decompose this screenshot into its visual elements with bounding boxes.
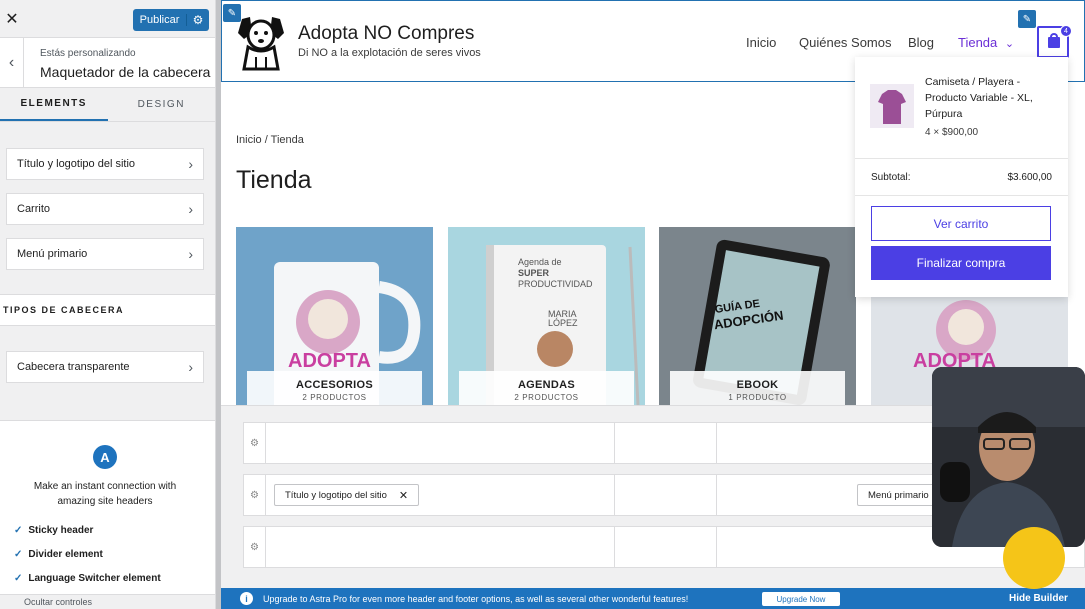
category-count: 2 PRODUCTOS (302, 393, 367, 402)
nav-tienda-label: Tienda (958, 35, 998, 50)
panel-item-label: Cabecera transparente (17, 361, 130, 373)
upgrade-message: Upgrade to Astra Pro for even more heade… (263, 594, 689, 604)
chip-label: Título y logotipo del sitio (285, 489, 387, 501)
feature-divider: ✓ Divider element (14, 549, 103, 560)
customizer-panel: ✕ Publicar ⚙ ‹ Estás personalizando Maqu… (0, 0, 216, 609)
divider (614, 423, 615, 463)
cart-product-name[interactable]: Camiseta / Playera - Producto Variable -… (925, 74, 1055, 122)
category-label: ACCESORIOS 2 PRODUCTOS (247, 371, 422, 405)
category-card-accesorios[interactable]: ADOPTA ACCESORIOS 2 PRODUCTOS (236, 227, 433, 405)
chevron-right-icon: › (188, 359, 193, 375)
panel-item-label: Título y logotipo del sitio (17, 158, 136, 170)
crumb-subtitle: Estás personalizando (40, 48, 136, 59)
panel-item-label: Menú primario (17, 248, 88, 260)
back-icon[interactable]: ‹ (0, 38, 24, 88)
edit-pencil-icon[interactable]: ✎ (1018, 10, 1036, 28)
shopping-bag-icon (1048, 37, 1060, 48)
close-icon[interactable]: ✕ (0, 0, 24, 38)
webcam-overlay (932, 367, 1085, 547)
category-name: ACCESORIOS (296, 379, 373, 391)
breadcrumb: ‹ Estás personalizando Maquetador de la … (0, 38, 215, 88)
subtotal-label: Subtotal: (871, 172, 911, 183)
chevron-right-icon: › (188, 201, 193, 217)
hide-builder-button[interactable]: Hide Builder (1009, 593, 1068, 604)
nav-tienda[interactable]: Tienda ⌄ (958, 35, 1014, 50)
promo-text: Make an instant connection with amazing … (33, 481, 177, 507)
upgrade-now-button[interactable]: Upgrade Now (762, 592, 840, 606)
divider (614, 527, 615, 567)
category-name: EBOOK (736, 379, 779, 391)
gear-icon[interactable]: ⚙ (244, 423, 266, 463)
panel-item-primary-menu[interactable]: Menú primario › (6, 238, 204, 270)
panel-item-cart[interactable]: Carrito › (6, 193, 204, 225)
tab-design[interactable]: DESIGN (108, 88, 216, 121)
category-card-ebook[interactable]: GUÍA DE ADOPCIÓN EBOOK 1 PRODUCTO (659, 227, 856, 405)
panel-item-label: Carrito (17, 203, 51, 215)
chip-primary-menu[interactable]: Menú primario (857, 484, 940, 506)
check-icon: ✓ (14, 549, 23, 560)
panel-tabs: ELEMENTS DESIGN (0, 88, 215, 122)
divider (716, 423, 717, 463)
gear-icon[interactable]: ⚙ (244, 527, 266, 567)
crumb-title: Maquetador de la cabecera (40, 64, 211, 80)
nav-quienes-somos[interactable]: Quiénes Somos (799, 35, 892, 50)
divider (716, 475, 717, 515)
chip-label: Menú primario (868, 489, 929, 501)
category-count: 1 PRODUCTO (728, 393, 787, 402)
page-title: Tienda (236, 166, 312, 194)
svg-text:LÓPEZ: LÓPEZ (548, 318, 578, 328)
nav-inicio[interactable]: Inicio (746, 35, 776, 50)
category-name: AGENDAS (517, 379, 576, 391)
category-card-agendas[interactable]: Agenda de SUPER PRODUCTIVIDAD MARIA LÓPE… (448, 227, 645, 405)
section-title-header-types: TIPOS DE CABECERA (0, 294, 215, 326)
checkout-button[interactable]: Finalizar compra (871, 246, 1051, 280)
presenter-video (932, 367, 1085, 547)
category-label: AGENDAS 2 PRODUCTOS (459, 371, 634, 405)
page-breadcrumb: Inicio / Tienda (236, 134, 304, 146)
gear-icon[interactable]: ⚙ (187, 13, 209, 27)
promo-box: A Make an instant connection with amazin… (0, 420, 215, 609)
svg-text:ADOPTA: ADOPTA (288, 350, 371, 372)
view-cart-button[interactable]: Ver carrito (871, 206, 1051, 241)
publish-button[interactable]: Publicar ⚙ (133, 9, 209, 31)
hand-pointer-icon (1003, 527, 1065, 589)
info-icon: i (240, 592, 253, 605)
site-title[interactable]: Adopta NO Compres (298, 23, 474, 45)
gear-icon[interactable]: ⚙ (244, 475, 266, 515)
divider (614, 475, 615, 515)
feature-sticky-header: ✓ Sticky header (14, 525, 94, 536)
check-icon: ✓ (14, 525, 23, 536)
upgrade-bar: i Upgrade to Astra Pro for even more hea… (221, 588, 1085, 609)
divider (716, 527, 717, 567)
site-tagline: Di NO a la explotación de seres vivos (298, 47, 481, 59)
product-thumbnail (870, 84, 914, 128)
panel-header: ✕ Publicar ⚙ (0, 0, 215, 38)
chevron-right-icon: › (188, 156, 193, 172)
svg-text:PRODUCTIVIDAD: PRODUCTIVIDAD (518, 279, 593, 289)
remove-icon[interactable]: ✕ (399, 489, 408, 502)
nav-blog[interactable]: Blog (908, 35, 934, 50)
chip-title-logo[interactable]: Título y logotipo del sitio ✕ (274, 484, 420, 506)
chevron-down-icon: ⌄ (1004, 38, 1015, 50)
panel-item-transparent-header[interactable]: Cabecera transparente › (6, 351, 204, 383)
cart-count-badge: 4 (1060, 25, 1072, 37)
cart-button[interactable]: 4 (1037, 25, 1072, 58)
category-label: EBOOK 1 PRODUCTO (670, 371, 845, 405)
cart-product-qty: 4 × $900,00 (925, 127, 979, 138)
hide-controls[interactable]: Ocultar controles (0, 594, 215, 609)
feature-language-switcher: ✓ Language Switcher element (14, 573, 161, 584)
cart-subtotal-row: Subtotal: $3.600,00 (855, 158, 1068, 196)
check-icon: ✓ (14, 573, 23, 584)
tab-elements[interactable]: ELEMENTS (0, 88, 108, 121)
chevron-right-icon: › (188, 246, 193, 262)
publish-label[interactable]: Publicar (133, 14, 187, 26)
panel-item-title-logo[interactable]: Título y logotipo del sitio › (6, 148, 204, 180)
dog-logo-icon (238, 17, 284, 71)
mini-cart-dropdown: Camiseta / Playera - Producto Variable -… (855, 57, 1068, 297)
svg-text:SUPER: SUPER (518, 268, 550, 278)
subtotal-value: $3.600,00 (1007, 172, 1053, 183)
astra-logo-icon: A (93, 445, 117, 469)
svg-text:Agenda de: Agenda de (518, 257, 562, 267)
category-count: 2 PRODUCTOS (514, 393, 579, 402)
